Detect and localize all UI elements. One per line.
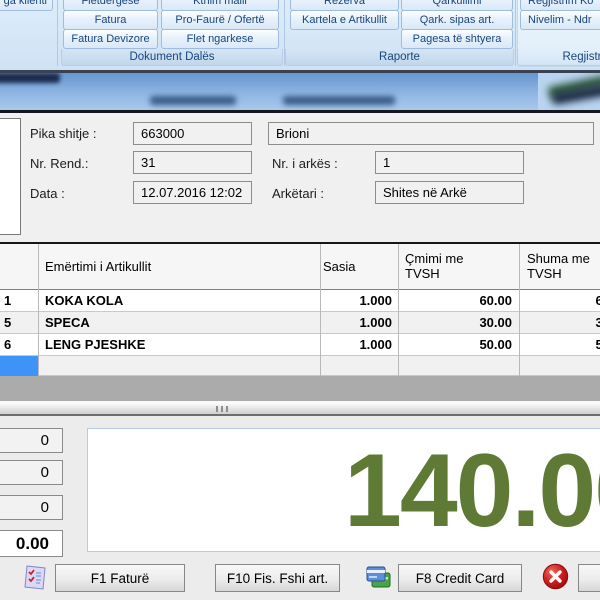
ribbon-group-label-dokument-dales: Dokument Dalës [61, 49, 283, 66]
pika-shitje-label: Pika shitje : [30, 126, 96, 141]
ribbon-item-qark-sipas-art[interactable]: Qark. sipas art. [401, 10, 513, 30]
ribbon-item-nivelim[interactable]: Nivelim - Ndr [520, 10, 600, 30]
side-panel-cut [0, 118, 21, 235]
table-grid-line [38, 244, 39, 376]
partial-button[interactable] [578, 564, 600, 592]
table-grid-line [398, 244, 399, 376]
cash-amount-field[interactable]: 0.00 [0, 530, 63, 557]
ribbon-item-pro-fature-oferte[interactable]: Pro-Faurë / Ofertë [161, 10, 279, 30]
banner-blurred-text [150, 96, 236, 105]
cell-nr: 5 [0, 312, 38, 334]
cell-total: 30.00 [519, 312, 600, 334]
banner-blurred-text [283, 96, 395, 105]
nr-arkes-field[interactable]: 1 [375, 151, 524, 174]
f8-credit-card-button[interactable]: F8 Credit Card [398, 564, 522, 592]
pika-shitje-name-field[interactable]: Brioni [268, 122, 594, 145]
cell-name: LENG PJESHKE [38, 334, 320, 356]
col-header-qty: Sasia [323, 259, 356, 274]
col-header-name: Emërtimi i Artikullit [45, 259, 151, 274]
ribbon-item-kartela-e-artikullit[interactable]: Kartela e Artikullit [290, 10, 399, 30]
cell-price: 30.00 [398, 312, 519, 334]
table-row[interactable]: 1 KOKA KOLA 1.000 60.00 60.00 [0, 290, 600, 312]
cell-total: 60.00 [519, 290, 600, 312]
cell-nr: 1 [0, 290, 38, 312]
col-header-total: Shuma me TVSH [527, 251, 600, 281]
cell-qty: 1.000 [320, 290, 398, 312]
payment-field-2[interactable]: 0 [0, 460, 63, 485]
ribbon-group-label-regjistrime: Regjistr [517, 49, 600, 66]
nr-rend-label: Nr. Rend.: [30, 156, 89, 171]
table-row[interactable]: 5 SPECA 1.000 30.00 30.00 [0, 312, 600, 334]
pika-shitje-code-field[interactable]: 663000 [133, 122, 252, 145]
ribbon-item-pagesa-te-shtyera[interactable]: Pagesa të shtyera [401, 29, 513, 49]
table-row-empty[interactable] [0, 356, 600, 376]
nr-rend-field[interactable]: 31 [133, 151, 252, 174]
grand-total-value: 140.00 [344, 439, 600, 543]
selected-cell [0, 356, 38, 377]
table-row[interactable]: 6 LENG PJESHKE 1.000 50.00 50.00 [0, 334, 600, 356]
grand-total-display: 140.00 [87, 428, 600, 552]
cell-price: 60.00 [398, 290, 519, 312]
payment-field-3[interactable]: 0 [0, 495, 63, 520]
credit-card-icon[interactable] [365, 565, 392, 591]
items-table: Emërtimi i Artikullit Sasia Çmimi me TVS… [0, 242, 600, 401]
table-grid-line [320, 244, 321, 376]
store-banner [0, 70, 600, 113]
payment-field-1[interactable]: 0 [0, 428, 63, 453]
close-icon[interactable] [542, 563, 569, 590]
splitter-handle[interactable] [0, 401, 600, 416]
ribbon-item-pagesa-nga-klienti[interactable]: ga klienti [0, 0, 53, 11]
pos-window: ga klienti Fletdërgese Fatura Fatura Dev… [0, 0, 600, 600]
ribbon-group-label-raporte: Raporte [285, 49, 514, 66]
ribbon-item-fatura[interactable]: Fatura [63, 10, 158, 30]
table-empty-area [0, 376, 600, 401]
table-header: Emërtimi i Artikullit Sasia Çmimi me TVS… [0, 244, 600, 290]
arketari-field[interactable]: Shites në Arkë [375, 181, 524, 204]
f10-fshi-art-button[interactable]: F10 Fis. Fshi art. [215, 564, 340, 592]
cell-total: 50.00 [519, 334, 600, 356]
payment-section: 0 0 0 0.00 140.00 F1 Faturë F10 Fis. Fsh… [0, 416, 600, 600]
cell-name: SPECA [38, 312, 320, 334]
invoice-icon[interactable] [21, 563, 49, 591]
f1-fature-button[interactable]: F1 Faturë [55, 564, 185, 592]
invoice-header-form: Pika shitje : 663000 Brioni Nr. Rend.: 3… [0, 113, 600, 242]
splitter-grip-icon [216, 406, 229, 412]
data-label: Data : [30, 186, 65, 201]
banner-blurred-text [0, 73, 60, 83]
cell-qty: 1.000 [320, 312, 398, 334]
cell-name: KOKA KOLA [38, 290, 320, 312]
nr-arkes-label: Nr. i arkës : [272, 156, 338, 171]
cell-qty: 1.000 [320, 334, 398, 356]
ribbon-group-separator [57, 0, 58, 66]
ribbon-group-separator [515, 0, 516, 66]
ribbon: ga klienti Fletdërgese Fatura Fatura Dev… [0, 0, 600, 70]
data-field[interactable]: 12.07.2016 12:02 [133, 181, 252, 204]
cell-nr: 6 [0, 334, 38, 356]
ribbon-item-fatura-devizore[interactable]: Fatura Devizore [63, 29, 158, 49]
ribbon-item-flet-ngarkese[interactable]: Flet ngarkese [161, 29, 279, 49]
arketari-label: Arkëtari : [272, 186, 324, 201]
cell-price: 50.00 [398, 334, 519, 356]
table-grid-line [519, 244, 520, 376]
col-header-price: Çmimi me TVSH [405, 251, 485, 281]
